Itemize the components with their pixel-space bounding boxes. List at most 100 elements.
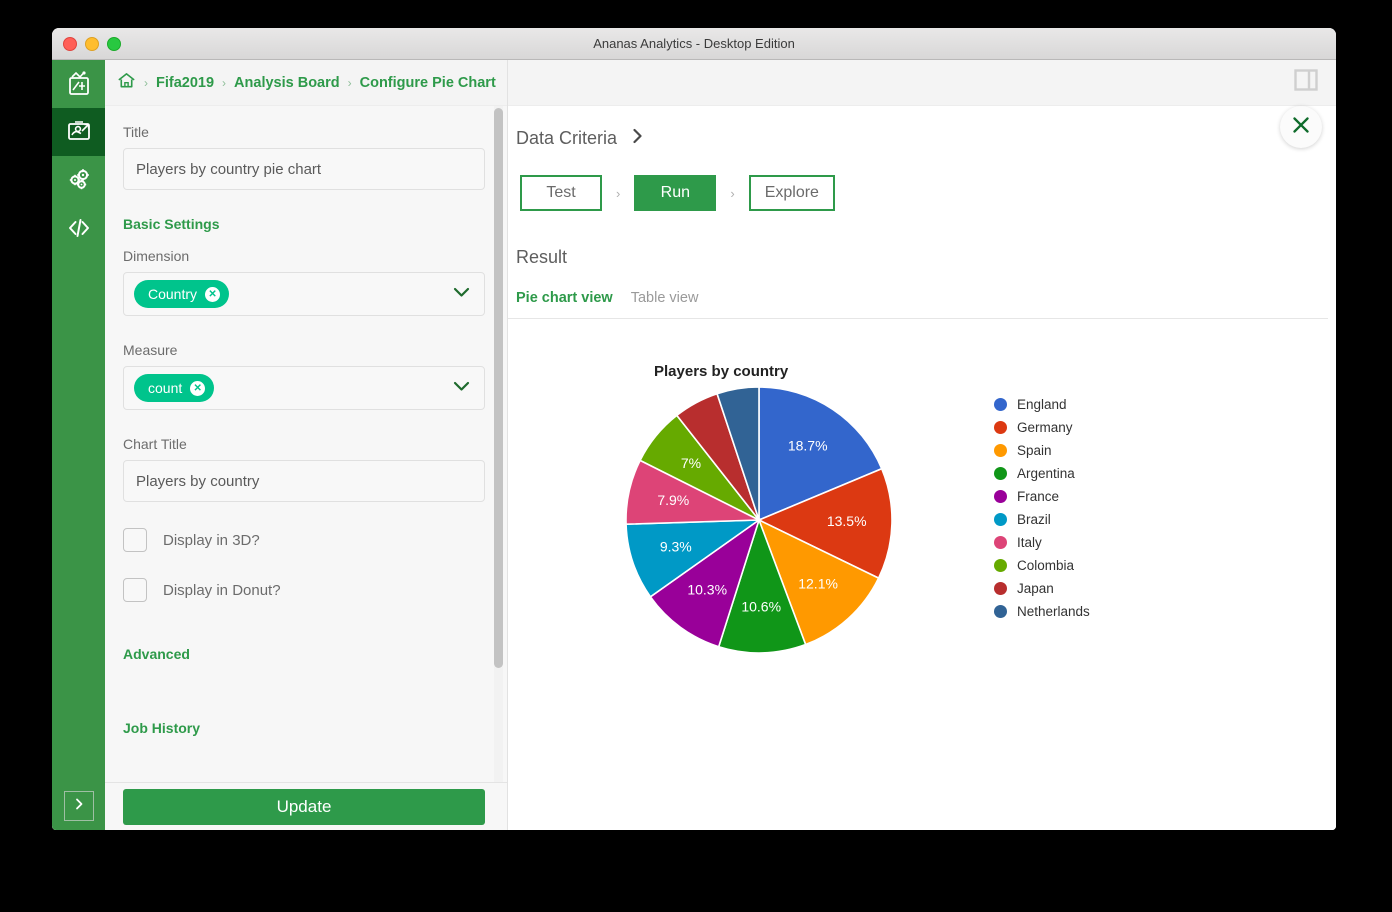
workflow-steps: Test › Run › Explore bbox=[508, 175, 1336, 211]
window-close-button[interactable] bbox=[63, 36, 77, 51]
display-3d-row[interactable]: Display in 3D? bbox=[123, 528, 485, 552]
chevron-right-icon[interactable] bbox=[631, 128, 644, 149]
step-separator-2: › bbox=[730, 185, 735, 201]
window-title: Ananas Analytics - Desktop Edition bbox=[593, 36, 795, 51]
pie-slice-label: 18.7% bbox=[788, 438, 828, 454]
sidebar-item-analysis-board[interactable] bbox=[52, 108, 105, 156]
dimension-label: Dimension bbox=[123, 248, 190, 264]
dimension-select[interactable]: Country ✕ bbox=[123, 272, 485, 316]
pie-chart[interactable]: 18.7% 13.5% 12.1% 10.6% 10.3% 9.3% 7.9% 7% bbox=[618, 377, 998, 677]
chart-title-label: Chart Title bbox=[123, 436, 187, 452]
legend-swatch-icon bbox=[994, 582, 1007, 595]
advanced-heading[interactable]: Advanced bbox=[123, 646, 485, 662]
legend-item[interactable]: England bbox=[994, 393, 1090, 416]
breadcrumb-separator-2: › bbox=[222, 75, 227, 90]
legend-label: Colombia bbox=[1017, 558, 1075, 573]
breadcrumb-item-analysis-board[interactable]: Analysis Board bbox=[234, 75, 340, 91]
display-3d-checkbox[interactable] bbox=[123, 528, 147, 552]
chart-title-input[interactable] bbox=[123, 460, 485, 502]
dimension-chip-label: Country bbox=[148, 286, 198, 302]
legend-item[interactable]: Spain bbox=[994, 439, 1090, 462]
legend-item[interactable]: Japan bbox=[994, 577, 1090, 600]
legend-label: Brazil bbox=[1017, 512, 1051, 527]
sidebar-icon-rail bbox=[52, 60, 105, 830]
result-panel: Data Criteria Test › Run › Explore Resul… bbox=[508, 60, 1336, 830]
presentation-hand-icon bbox=[66, 119, 92, 145]
legend-swatch-icon bbox=[994, 605, 1007, 618]
config-scroll-region: Title Basic Settings Dimension Country ✕ bbox=[105, 106, 507, 782]
step-explore-button[interactable]: Explore bbox=[748, 175, 835, 211]
result-content: Data Criteria Test › Run › Explore Resul… bbox=[508, 106, 1336, 830]
job-history-heading[interactable]: Job History bbox=[123, 720, 485, 736]
pie-slice-label: 12.1% bbox=[798, 576, 838, 592]
sidebar-item-code[interactable] bbox=[52, 204, 105, 252]
breadcrumb-separator-1: › bbox=[144, 75, 148, 90]
legend-swatch-icon bbox=[994, 398, 1007, 411]
panel-layout-icon[interactable] bbox=[1294, 69, 1318, 96]
update-button[interactable]: Update bbox=[123, 789, 485, 825]
legend-label: Netherlands bbox=[1017, 604, 1090, 619]
traffic-light-controls bbox=[63, 28, 121, 59]
chevron-right-icon bbox=[72, 797, 86, 816]
pie-slice-label: 10.6% bbox=[741, 599, 781, 615]
close-panel-button[interactable] bbox=[1280, 106, 1322, 148]
measure-chip[interactable]: count ✕ bbox=[134, 374, 215, 402]
data-criteria-header[interactable]: Data Criteria bbox=[508, 128, 1336, 149]
breadcrumb: › Fifa2019 › Analysis Board › Configure … bbox=[105, 60, 507, 106]
legend-item[interactable]: Brazil bbox=[994, 508, 1090, 531]
code-brackets-icon bbox=[66, 215, 92, 241]
legend-label: France bbox=[1017, 489, 1060, 504]
breadcrumb-item-configure-pie-chart[interactable]: Configure Pie Chart bbox=[360, 75, 496, 91]
legend-item[interactable]: France bbox=[994, 485, 1090, 508]
legend-swatch-icon bbox=[994, 490, 1007, 503]
tab-table-view[interactable]: Table view bbox=[631, 290, 699, 306]
legend-item[interactable]: Italy bbox=[994, 531, 1090, 554]
step-run-button[interactable]: Run bbox=[634, 175, 717, 211]
sidebar-item-settings[interactable] bbox=[52, 156, 105, 204]
legend-label: Argentina bbox=[1017, 466, 1075, 481]
step-test-button[interactable]: Test bbox=[520, 175, 602, 211]
window-minimize-button[interactable] bbox=[85, 36, 99, 51]
legend-swatch-icon bbox=[994, 559, 1007, 572]
window-maximize-button[interactable] bbox=[107, 36, 121, 51]
display-donut-row[interactable]: Display in Donut? bbox=[123, 578, 485, 602]
measure-chip-label: count bbox=[148, 380, 183, 396]
close-circle-icon[interactable]: ✕ bbox=[190, 380, 206, 396]
breadcrumb-item-fifa2019[interactable]: Fifa2019 bbox=[156, 75, 214, 91]
breadcrumb-separator-3: › bbox=[347, 75, 352, 90]
basic-settings-heading: Basic Settings bbox=[123, 216, 220, 232]
result-section-label: Result bbox=[516, 247, 568, 267]
chevron-down-icon[interactable] bbox=[453, 379, 470, 397]
close-circle-icon[interactable]: ✕ bbox=[205, 286, 221, 302]
legend-label: Germany bbox=[1017, 420, 1073, 435]
display-donut-checkbox[interactable] bbox=[123, 578, 147, 602]
dimension-chip[interactable]: Country ✕ bbox=[134, 280, 230, 308]
result-topbar bbox=[508, 60, 1336, 106]
title-input[interactable] bbox=[123, 148, 485, 190]
data-criteria-title: Data Criteria bbox=[516, 128, 618, 148]
legend-item[interactable]: Germany bbox=[994, 416, 1090, 439]
legend-item[interactable]: Netherlands bbox=[994, 600, 1090, 623]
legend-item[interactable]: Colombia bbox=[994, 554, 1090, 577]
pie-slice-label: 7.9% bbox=[657, 492, 689, 508]
app-window: Ananas Analytics - Desktop Edition › Fif… bbox=[52, 28, 1336, 830]
tab-pie-chart-view[interactable]: Pie chart view bbox=[516, 290, 613, 306]
legend-item[interactable]: Argentina bbox=[994, 462, 1090, 485]
chart-area: Players by country 18.7% 13.5% 12.1% 10.6% 1… bbox=[508, 319, 1336, 654]
home-icon[interactable] bbox=[117, 71, 136, 95]
sidebar-item-data-source[interactable] bbox=[52, 60, 105, 108]
update-bar: Update bbox=[105, 782, 507, 830]
legend-swatch-icon bbox=[994, 444, 1007, 457]
config-scrollbar-thumb[interactable] bbox=[494, 108, 503, 668]
legend-label: England bbox=[1017, 397, 1067, 412]
sidebar-expand-button[interactable] bbox=[63, 791, 94, 821]
legend-label: Japan bbox=[1017, 581, 1054, 596]
window-body: › Fifa2019 › Analysis Board › Configure … bbox=[52, 60, 1336, 830]
chevron-down-icon[interactable] bbox=[453, 285, 470, 303]
window-titlebar: Ananas Analytics - Desktop Edition bbox=[52, 28, 1336, 60]
title-label: Title bbox=[123, 124, 149, 140]
display-3d-label: Display in 3D? bbox=[163, 531, 260, 549]
measure-select[interactable]: count ✕ bbox=[123, 366, 485, 410]
pie-slice-label: 7% bbox=[681, 455, 701, 471]
step-separator-1: › bbox=[616, 185, 621, 201]
